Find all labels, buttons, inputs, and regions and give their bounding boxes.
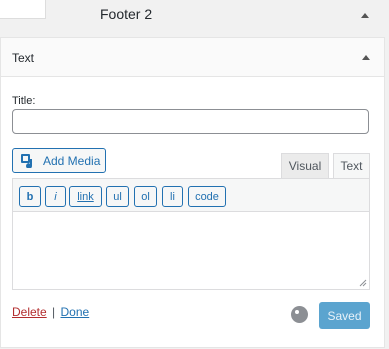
quicktag-italic-button[interactable]: i <box>45 186 66 207</box>
quicktag-li-button[interactable]: li <box>162 186 183 207</box>
delete-link[interactable]: Delete <box>12 305 47 319</box>
text-widget: Text Title: Add Media Visual Text b i li… <box>0 37 385 348</box>
saved-button[interactable]: Saved <box>319 302 370 329</box>
spinner-icon <box>291 306 308 323</box>
widget-title: Text <box>12 51 35 65</box>
quicktag-ul-button[interactable]: ul <box>106 186 129 207</box>
tab-text[interactable]: Text <box>333 153 370 178</box>
add-media-icon <box>20 153 37 169</box>
quicktag-bold-button[interactable]: b <box>19 186 41 207</box>
background-widget-edge <box>0 0 46 19</box>
tab-visual[interactable]: Visual <box>281 153 329 178</box>
quicktags-toolbar: b i link ul ol li code <box>12 178 370 211</box>
title-input[interactable] <box>12 109 369 134</box>
sidebar-title: Footer 2 <box>100 6 153 22</box>
add-media-label: Add Media <box>43 153 101 168</box>
widget-actions: Delete | Done <box>12 305 89 319</box>
add-media-button[interactable]: Add Media <box>12 148 106 173</box>
resize-handle-icon[interactable] <box>359 279 367 287</box>
quicktag-code-button[interactable]: code <box>188 186 226 207</box>
widget-collapse-arrow-icon[interactable] <box>362 55 370 60</box>
done-link[interactable]: Done <box>61 305 90 319</box>
quicktag-ol-button[interactable]: ol <box>134 186 157 207</box>
quicktag-link-button[interactable]: link <box>69 186 102 207</box>
title-label: Title: <box>12 95 36 107</box>
widget-header[interactable]: Text <box>1 38 384 77</box>
sidebar-collapse-arrow-icon[interactable] <box>361 13 369 18</box>
text-editor-area[interactable] <box>12 211 370 290</box>
action-separator: | <box>52 305 56 319</box>
sidebar-header-footer-2[interactable]: Footer 2 <box>84 0 389 37</box>
